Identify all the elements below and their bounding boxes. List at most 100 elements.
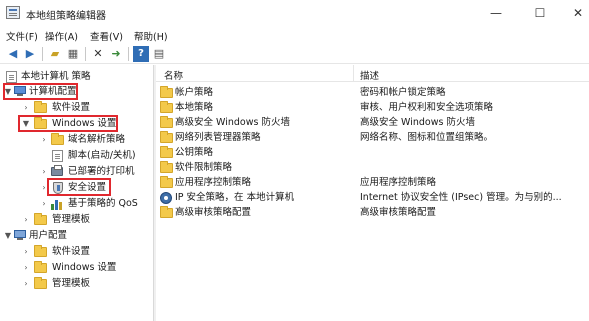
folder-icon bbox=[34, 261, 47, 273]
tree-item-software-settings[interactable]: › 软件设置 bbox=[0, 100, 150, 115]
folder-icon bbox=[160, 116, 173, 128]
column-separator[interactable] bbox=[353, 65, 354, 82]
folder-icon bbox=[160, 176, 173, 188]
folder-icon bbox=[34, 245, 47, 257]
collapse-chevron-icon[interactable]: › bbox=[22, 212, 30, 227]
tree-label-admin-templates: 管理模板 bbox=[52, 214, 91, 225]
tree-item-windows-settings[interactable]: ▼ Windows 设置 bbox=[0, 116, 150, 131]
folder-icon bbox=[160, 206, 173, 218]
help-icon[interactable]: ? bbox=[133, 46, 149, 62]
list-item-name: 高级安全 Windows 防火墙 bbox=[175, 117, 290, 128]
tree-item-user-config[interactable]: ▼ 用户配置 bbox=[0, 228, 150, 243]
forward-icon[interactable]: ▶ bbox=[22, 46, 38, 62]
window-title: 本地组策略编辑器 bbox=[26, 11, 106, 22]
tree-item-user-admin-templates[interactable]: › 管理模板 bbox=[0, 276, 150, 291]
tree-label-user-admin-templates: 管理模板 bbox=[52, 278, 91, 289]
list-item-name: 软件限制策略 bbox=[175, 162, 233, 173]
collapse-chevron-icon[interactable]: › bbox=[22, 260, 30, 275]
tree-item-root[interactable]: 本地计算机 策略 bbox=[0, 69, 150, 84]
delete-icon[interactable]: ✕ bbox=[90, 46, 106, 62]
folder-icon bbox=[34, 277, 47, 289]
collapse-chevron-icon[interactable]: › bbox=[40, 132, 48, 147]
properties-icon[interactable]: ▤ bbox=[151, 46, 167, 62]
minimize-button[interactable]: — bbox=[478, 0, 514, 26]
list-item[interactable]: 帐户策略 密码和帐户锁定策略 bbox=[156, 85, 589, 100]
list-item[interactable]: IP 安全策略，在 本地计算机 Internet 协议安全性 (IPsec) 管… bbox=[156, 190, 589, 205]
column-header-description[interactable]: 描述 bbox=[360, 68, 379, 82]
list-item-description: Internet 协议安全性 (IPsec) 管理。为与别的... bbox=[360, 192, 562, 203]
list-item[interactable]: 网络列表管理器策略 网络名称、图标和位置组策略。 bbox=[156, 130, 589, 145]
up-folder-icon[interactable]: ▰ bbox=[47, 46, 63, 62]
expand-chevron-icon[interactable]: ▼ bbox=[22, 116, 30, 131]
collapse-chevron-icon[interactable]: › bbox=[40, 164, 48, 179]
list-item-name: IP 安全策略，在 本地计算机 bbox=[175, 192, 295, 203]
tree-item-qos[interactable]: › 基于策略的 QoS bbox=[0, 196, 155, 211]
menu-view[interactable]: 查看(V) bbox=[90, 29, 123, 43]
show-tree-icon[interactable]: ▦ bbox=[65, 46, 81, 62]
list-item[interactable]: 本地策略 审核、用户权利和安全选项策略 bbox=[156, 100, 589, 115]
tree-label-windows-settings: Windows 设置 bbox=[52, 118, 117, 129]
title-bar: 本地组策略编辑器 — ☐ ✕ bbox=[0, 0, 589, 26]
list-item[interactable]: 高级审核策略配置 高级审核策略配置 bbox=[156, 205, 589, 220]
list-item-description: 网络名称、图标和位置组策略。 bbox=[360, 132, 494, 143]
gpedit-app-icon bbox=[6, 6, 20, 19]
folder-icon bbox=[51, 133, 64, 145]
column-header-name[interactable]: 名称 bbox=[164, 68, 183, 82]
list-item-name: 本地策略 bbox=[175, 102, 214, 113]
tree-item-printers[interactable]: › 已部署的打印机 bbox=[0, 164, 150, 179]
list-item-description: 应用程序控制策略 bbox=[360, 177, 437, 188]
back-icon[interactable]: ◀ bbox=[5, 46, 21, 62]
tree-item-user-windows-settings[interactable]: › Windows 设置 bbox=[0, 260, 150, 275]
menu-help[interactable]: 帮助(H) bbox=[134, 29, 168, 43]
folder-icon bbox=[34, 213, 47, 225]
menu-bar: 文件(F) 操作(A) 查看(V) 帮助(H) bbox=[0, 26, 589, 44]
shield-icon bbox=[53, 182, 63, 194]
content-pane: 名称 描述 帐户策略 密码和帐户锁定策略 本地策略 审核、用户权利和安全选项策略… bbox=[156, 65, 589, 321]
tree-label-software-settings: 软件设置 bbox=[52, 102, 91, 113]
folder-icon bbox=[34, 101, 47, 113]
collapse-chevron-icon[interactable]: › bbox=[22, 276, 30, 291]
list-item[interactable]: 应用程序控制策略 应用程序控制策略 bbox=[156, 175, 589, 190]
tree-item-security-settings[interactable]: › 安全设置 bbox=[0, 180, 150, 195]
tree-label-security-settings: 安全设置 bbox=[68, 182, 107, 193]
list-item[interactable]: 公钥策略 bbox=[156, 145, 589, 160]
policy-doc-icon bbox=[6, 71, 17, 83]
collapse-chevron-icon[interactable]: › bbox=[22, 244, 30, 259]
tree-label-computer-config: 计算机配置 bbox=[29, 86, 77, 97]
folder-icon bbox=[160, 86, 173, 98]
collapse-chevron-icon[interactable]: › bbox=[40, 196, 48, 211]
folder-icon bbox=[160, 131, 173, 143]
folder-icon bbox=[160, 101, 173, 113]
list-header: 名称 描述 bbox=[156, 65, 589, 82]
list-item[interactable]: 高级安全 Windows 防火墙 高级安全 Windows 防火墙 bbox=[156, 115, 589, 130]
tree-item-dns-policy[interactable]: › 域名解析策略 bbox=[0, 132, 150, 147]
tree-label-qos: 基于策略的 QoS bbox=[68, 198, 138, 209]
tree-item-admin-templates[interactable]: › 管理模板 bbox=[0, 212, 150, 227]
maximize-button[interactable]: ☐ bbox=[522, 0, 558, 26]
tree-label-root: 本地计算机 策略 bbox=[21, 71, 91, 82]
expand-chevron-icon[interactable]: ▼ bbox=[4, 228, 12, 243]
tree-label-user-config: 用户配置 bbox=[29, 230, 68, 241]
list-item-description: 高级审核策略配置 bbox=[360, 207, 437, 218]
list-item-description: 审核、用户权利和安全选项策略 bbox=[360, 102, 494, 113]
tree-label-user-software-settings: 软件设置 bbox=[52, 246, 91, 257]
list-item-name: 帐户策略 bbox=[175, 87, 214, 98]
tree-label-dns-policy: 域名解析策略 bbox=[68, 134, 126, 145]
list-item-name: 应用程序控制策略 bbox=[175, 177, 252, 188]
export-icon[interactable]: ➜ bbox=[108, 46, 124, 62]
close-button[interactable]: ✕ bbox=[560, 0, 589, 26]
collapse-chevron-icon[interactable]: › bbox=[22, 100, 30, 115]
tree-item-scripts[interactable]: 脚本(启动/关机) bbox=[0, 148, 150, 163]
menu-file[interactable]: 文件(F) bbox=[6, 29, 38, 43]
tree-label-user-windows-settings: Windows 设置 bbox=[52, 262, 117, 273]
menu-action[interactable]: 操作(A) bbox=[45, 29, 78, 43]
ipsec-icon bbox=[160, 192, 172, 204]
expand-chevron-icon[interactable]: ▼ bbox=[4, 84, 12, 99]
collapse-chevron-icon[interactable]: › bbox=[40, 180, 48, 195]
list-item[interactable]: 软件限制策略 bbox=[156, 160, 589, 175]
computer-icon bbox=[14, 86, 26, 97]
folder-icon bbox=[160, 161, 173, 173]
tree-item-user-software-settings[interactable]: › 软件设置 bbox=[0, 244, 150, 259]
tree-label-printers: 已部署的打印机 bbox=[68, 166, 135, 177]
tree-item-computer-config[interactable]: ▼ 计算机配置 bbox=[0, 84, 150, 99]
